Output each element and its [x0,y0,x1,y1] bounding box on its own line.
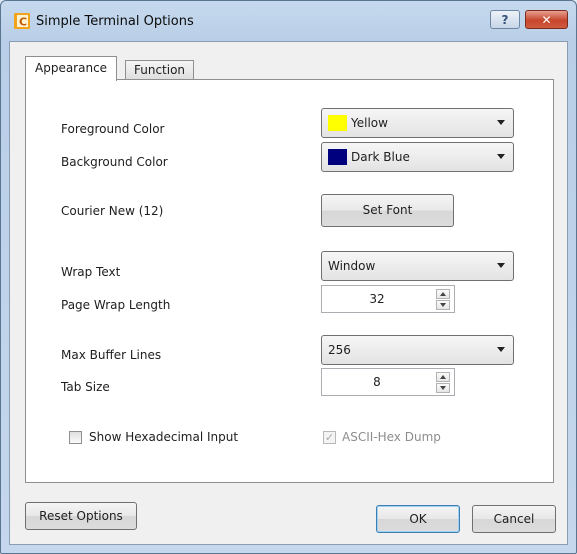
app-icon: C [14,13,30,29]
dialog-window: C Simple Terminal Options ? ✕ Appearance… [0,0,577,554]
tab-size-spinner[interactable]: 8 [321,368,455,396]
svg-text:C: C [19,16,27,29]
spin-up-icon[interactable] [436,372,450,382]
chevron-down-icon [497,120,505,125]
background-color-label: Background Color [61,155,168,169]
show-hex-input-label: Show Hexadecimal Input [89,430,239,444]
chevron-down-icon [497,263,505,268]
tab-appearance[interactable]: Appearance [25,56,118,81]
help-icon: ? [501,13,509,27]
show-hex-input-checkbox[interactable] [69,431,82,444]
background-color-select[interactable]: Dark Blue [321,142,514,172]
ok-button[interactable]: OK [376,505,460,533]
appearance-panel: Foreground Color Yellow Background Color… [25,79,554,483]
ascii-hex-dump-checkbox[interactable]: ✓ [323,431,336,444]
title-bar[interactable]: C Simple Terminal Options ? ✕ [1,1,576,41]
foreground-color-select[interactable]: Yellow [321,108,514,138]
max-buffer-lines-select[interactable]: 256 [321,335,514,365]
chevron-down-icon [497,154,505,159]
tab-size-label: Tab Size [61,380,110,394]
page-wrap-length-label: Page Wrap Length [61,298,171,312]
help-button[interactable]: ? [490,10,520,29]
page-wrap-length-spinner[interactable]: 32 [321,285,455,313]
tab-size-value: 8 [373,375,381,389]
background-color-value: Dark Blue [351,150,410,164]
dialog-body: Appearance Function Foreground Color Yel… [9,41,568,545]
chevron-down-icon [497,347,505,352]
background-color-swatch [328,149,347,165]
cancel-button[interactable]: Cancel [472,505,556,533]
window-title: Simple Terminal Options [36,14,194,29]
max-buffer-lines-label: Max Buffer Lines [61,348,162,362]
close-icon: ✕ [541,13,552,27]
foreground-color-label: Foreground Color [61,122,165,136]
spin-down-icon[interactable] [436,383,450,393]
wrap-text-value: Window [328,259,376,273]
foreground-color-swatch [328,115,347,131]
max-buffer-lines-value: 256 [328,343,351,357]
reset-options-button[interactable]: Reset Options [25,502,137,530]
spin-up-icon[interactable] [436,289,450,299]
wrap-text-label: Wrap Text [61,265,121,279]
tab-function[interactable]: Function [125,60,195,81]
foreground-color-value: Yellow [351,116,388,130]
page-wrap-length-value: 32 [369,292,385,306]
close-button[interactable]: ✕ [525,10,568,29]
set-font-button[interactable]: Set Font [321,194,454,227]
spin-down-icon[interactable] [436,300,450,310]
font-label: Courier New (12) [61,204,164,218]
wrap-text-select[interactable]: Window [321,251,514,281]
ascii-hex-dump-label: ASCII-Hex Dump [342,430,441,444]
